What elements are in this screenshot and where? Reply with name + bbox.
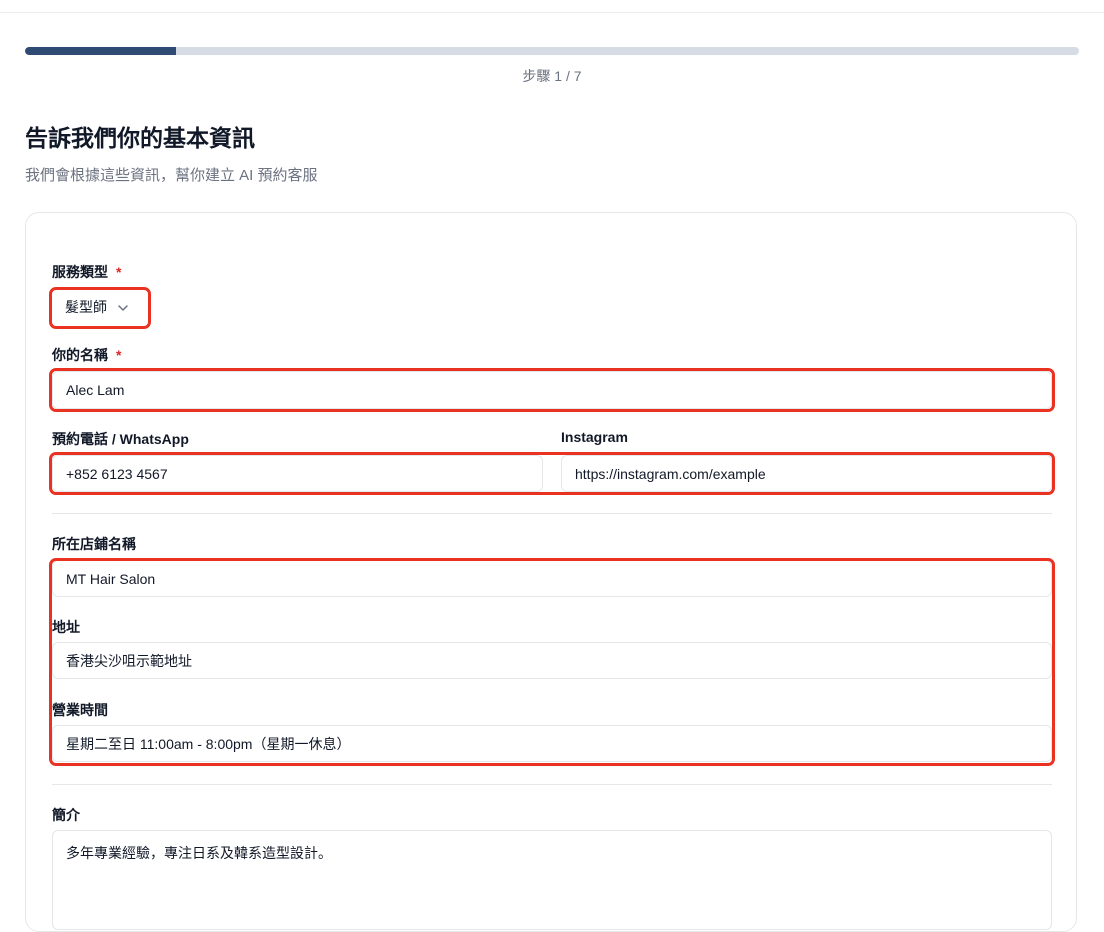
required-mark: * <box>116 347 122 363</box>
instagram-label: Instagram <box>561 429 628 445</box>
instagram-input[interactable]: https://instagram.com/example <box>561 455 1052 492</box>
hours-input[interactable]: 星期二至日 11:00am - 8:00pm（星期一休息） <box>52 725 1052 762</box>
progress-fill <box>25 47 176 55</box>
page-subtitle: 我們會根據這些資訊，幫你建立 AI 預約客服 <box>25 167 318 184</box>
service-type-select[interactable]: 髮型師 <box>65 294 129 320</box>
progress-bar <box>25 47 1079 55</box>
shop-name-input[interactable]: MT Hair Salon <box>52 560 1052 597</box>
service-type-label: 服務類型 * <box>52 264 122 280</box>
page-title: 告訴我們你的基本資訊 <box>25 125 255 151</box>
shop-name-label: 所在店鋪名稱 <box>52 536 136 552</box>
step-indicator: 步驟 1 / 7 <box>522 68 582 84</box>
bio-label: 簡介 <box>52 807 80 823</box>
bio-textarea[interactable]: 多年專業經驗，專注日系及韓系造型設計。 <box>52 830 1052 930</box>
section-divider <box>52 784 1052 785</box>
required-mark: * <box>116 264 122 280</box>
name-input[interactable]: Alec Lam <box>52 371 1052 409</box>
section-divider <box>52 513 1052 514</box>
top-divider <box>0 12 1104 13</box>
phone-input[interactable]: +852 6123 4567 <box>52 455 543 492</box>
hours-label: 營業時間 <box>52 702 108 718</box>
address-label: 地址 <box>52 619 80 635</box>
phone-label: 預約電話 / WhatsApp <box>52 431 189 447</box>
name-label: 你的名稱 * <box>52 347 122 363</box>
service-type-value: 髮型師 <box>65 299 107 315</box>
chevron-down-icon <box>117 301 129 313</box>
address-input[interactable]: 香港尖沙咀示範地址 <box>52 642 1052 679</box>
